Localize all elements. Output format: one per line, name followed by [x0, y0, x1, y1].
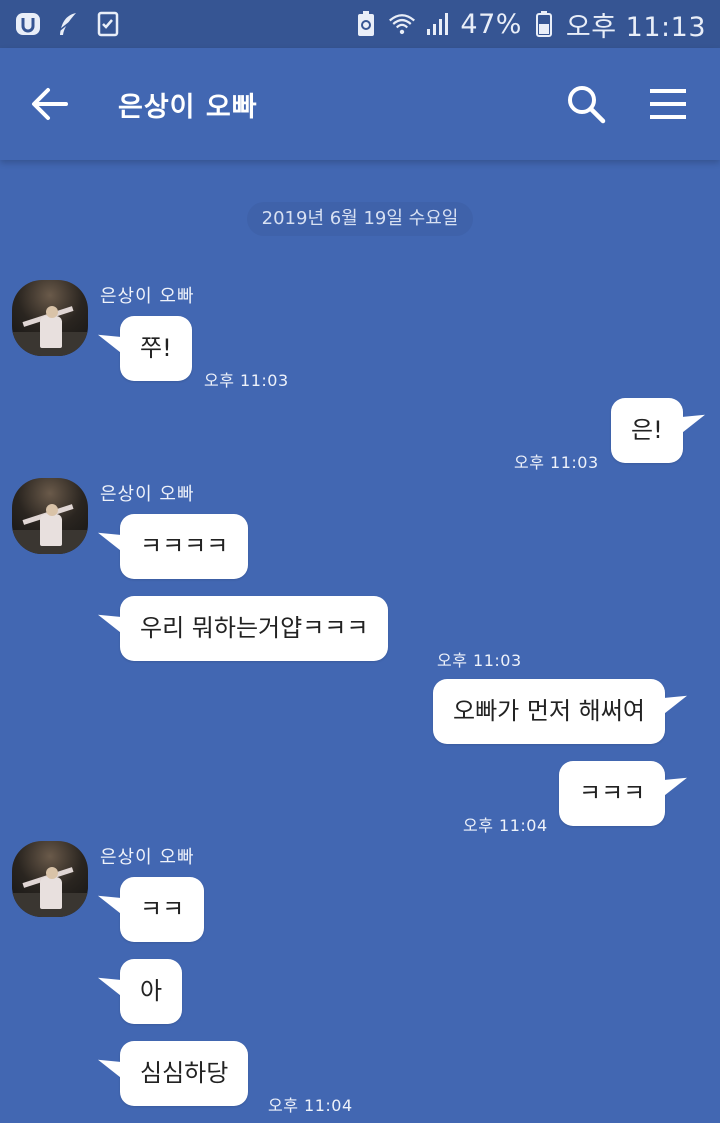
- message-time: 오후 11:03: [204, 371, 289, 390]
- avatar[interactable]: [12, 841, 88, 917]
- sender-name: 은상이 오빠: [100, 847, 195, 868]
- message-time: 오후 11:03: [514, 453, 599, 472]
- battery-saver-icon: [352, 10, 380, 38]
- message-bubble[interactable]: 심심하당: [120, 1041, 249, 1106]
- checklist-icon: [94, 10, 122, 38]
- avatar[interactable]: [12, 280, 88, 356]
- message-bubble[interactable]: ㅋㅋ: [120, 877, 205, 942]
- sender-name: 은상이 오빠: [100, 286, 195, 307]
- feather-icon: [54, 10, 82, 38]
- battery-percent: 47%: [460, 8, 522, 40]
- message-bubble[interactable]: 쭈!: [120, 316, 192, 381]
- message-time: 오후 11:04: [463, 816, 548, 835]
- avatar[interactable]: [12, 478, 88, 554]
- status-clock: 오후 11:13: [565, 11, 706, 43]
- chat-title: 은상이 오빠: [118, 91, 258, 123]
- message-bubble[interactable]: ㅋㅋㅋ: [559, 761, 666, 826]
- battery-icon: [530, 10, 558, 38]
- message-bubble[interactable]: 은!: [611, 398, 683, 463]
- message-bubble[interactable]: 우리 뭐하는거얍ㅋㅋㅋ: [120, 596, 389, 661]
- signal-icon: [424, 10, 452, 38]
- menu-icon[interactable]: [646, 82, 690, 126]
- app-u-icon: [14, 10, 42, 38]
- sender-name: 은상이 오빠: [100, 484, 195, 505]
- wifi-icon: [388, 10, 416, 38]
- message-time: 오후 11:04: [268, 1096, 353, 1115]
- message-bubble[interactable]: ㅋㅋㅋㅋ: [120, 514, 249, 579]
- message-time: 오후 11:03: [437, 651, 522, 670]
- back-arrow-icon[interactable]: [30, 74, 90, 134]
- chat-area[interactable]: 2019년 6월 19일 수요일 은상이 오빠 쭈! 오후 11:03 은! 오…: [0, 160, 720, 1123]
- message-bubble[interactable]: 오빠가 먼저 해써여: [433, 679, 665, 744]
- search-icon[interactable]: [564, 82, 608, 126]
- status-bar: 47% 오후 11:13: [0, 0, 720, 48]
- chat-header: 은상이 오빠: [0, 48, 720, 160]
- message-bubble[interactable]: 아: [120, 959, 183, 1024]
- date-divider: 2019년 6월 19일 수요일: [247, 202, 473, 236]
